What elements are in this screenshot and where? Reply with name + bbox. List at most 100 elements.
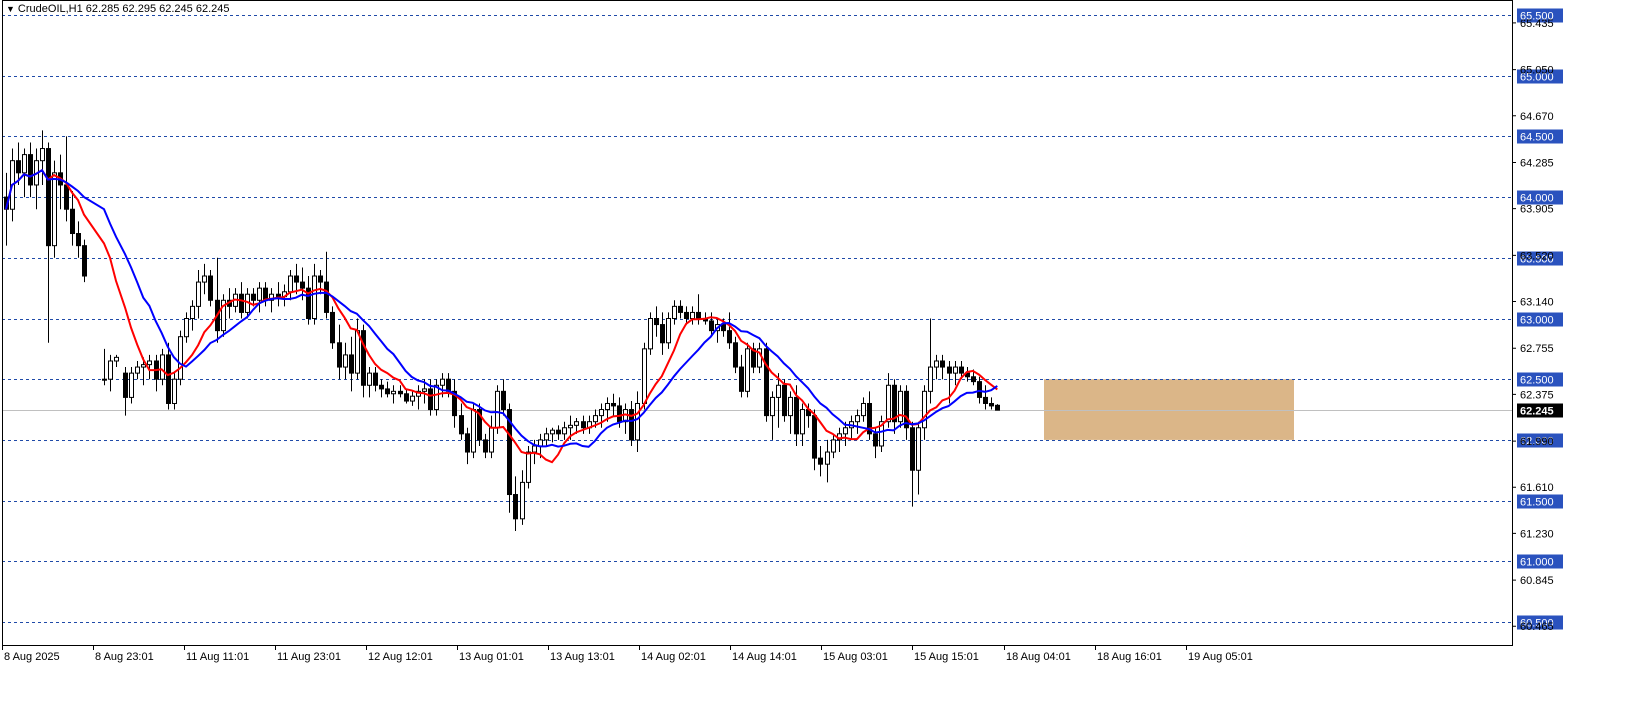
candle-body [361,330,366,386]
candle-body [428,388,433,411]
candlestick-chart[interactable]: 65.50065.00064.50064.00063.50063.00062.5… [0,0,1651,702]
candle-body [465,433,470,453]
candle-body [337,342,342,368]
candle-body [538,439,543,447]
candle-body [745,348,750,392]
candle-body [404,393,409,402]
candle-body [654,318,659,326]
candle-body [440,378,445,386]
x-tick-label: 8 Aug 23:01 [95,651,154,663]
candle-body [574,421,579,426]
candle-body [825,451,830,465]
candle-body [678,305,683,313]
candle-body [629,409,634,441]
candle-body [520,481,525,520]
y-tick-label: 60.845 [1520,575,1554,587]
y-tick-label: 63.140 [1520,297,1554,309]
candle-body [593,415,598,423]
candle-body [635,402,640,441]
candle-body [70,208,75,235]
candle-body [684,311,689,319]
candle-body [422,388,427,392]
level-label: 61.000 [1520,557,1554,569]
candle-body [721,324,726,332]
candle-body [40,148,45,162]
candle-body [349,354,354,374]
chart-window[interactable]: 65.500 65.000 64.500 64.000 63.500 63.000 62.5… [0,0,1651,702]
x-tick-label: 15 Aug 15:01 [914,651,979,663]
candle-body [617,405,622,423]
candle-body [989,402,994,407]
candle-body [916,427,921,471]
candle-body [46,148,51,247]
chart-header: ▼ CrudeOIL,H1 62.285 62.295 62.245 62.24… [6,3,229,15]
candle-body [385,388,390,395]
candle-body [184,318,189,338]
y-tick-label: 60.465 [1520,621,1554,633]
candle-body [605,402,610,411]
candle-body [367,372,372,386]
candle-body [562,427,567,435]
x-tick-label: 18 Aug 16:01 [1097,651,1162,663]
candle-body [709,320,714,332]
candle-body [861,402,866,417]
candle-body [391,390,396,395]
candle-body [898,390,903,423]
y-tick-label: 63.520 [1520,250,1554,262]
candle-body [953,366,958,374]
candle-body [666,318,671,344]
candle-body [76,233,81,247]
candle-body [568,424,573,429]
candle-body [343,354,348,368]
candle-body [928,366,933,392]
candle-body [886,384,891,423]
candle-body [788,396,793,417]
candle-body [556,429,561,435]
x-tick-label: 14 Aug 14:01 [732,651,797,663]
candle-body [971,376,976,383]
candle-body [135,366,140,374]
candle-body [379,384,384,390]
y-tick-label: 61.990 [1520,436,1554,448]
candle-body [172,378,177,404]
candle-body [672,305,677,319]
candle-body [739,366,744,392]
candle-body [922,390,927,429]
candle-body [812,415,817,459]
candle-body [501,390,506,411]
candle-body [513,494,518,520]
candle-body [532,445,537,453]
candle-body [648,318,653,350]
candle-body [483,439,488,453]
candle-body [178,336,183,380]
candle-body [947,366,952,374]
candle-body [22,154,27,174]
candle-body [196,281,201,307]
candle-body [977,381,982,398]
level-label: 61.500 [1520,497,1554,509]
candle-body [495,390,500,429]
collapse-triangle-icon[interactable]: ▼ [6,4,15,14]
candle-body [123,372,128,398]
candle-body [208,275,213,301]
candle-body [831,439,836,453]
candle-body [398,390,403,395]
candle-body [202,275,207,283]
candle-body [52,172,57,247]
candle-body [276,293,281,298]
candle-body [330,311,335,344]
candle-body [471,409,476,453]
candle-body [782,384,787,417]
candle-body [843,427,848,435]
level-label: 64.500 [1520,132,1554,144]
y-tick-label: 64.670 [1520,111,1554,123]
level-label: 63.000 [1520,315,1554,327]
y-tick-label: 62.755 [1520,343,1554,355]
candle-body [696,311,701,319]
candle-body [300,281,305,289]
x-tick-label: 8 Aug 2025 [4,651,60,663]
y-tick-label: 61.610 [1520,482,1554,494]
x-tick-label: 13 Aug 01:01 [459,651,524,663]
candle-body [410,395,415,402]
price-zone-rectangle[interactable] [1044,379,1294,440]
